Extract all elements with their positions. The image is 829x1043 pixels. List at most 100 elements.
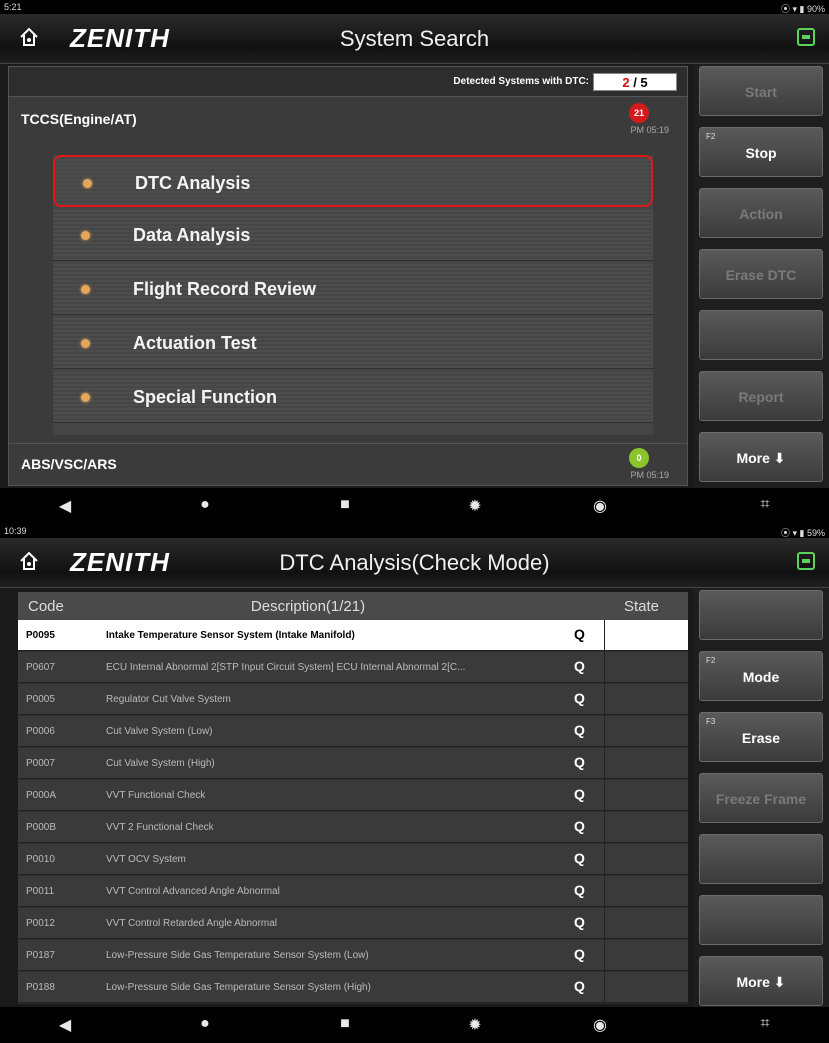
state-cell	[604, 748, 605, 779]
table-row[interactable]: P0188 Low-Pressure Side Gas Temperature S…	[18, 972, 688, 1003]
dtc-analysis-screen: 10:39 ⦿ ▾ ▮ 59% ZENITH DTC Analysis(Chec…	[0, 524, 829, 1043]
menu-item-flight-record[interactable]: Flight Record Review	[53, 263, 653, 315]
back-icon[interactable]: ◀	[55, 1015, 75, 1035]
blank-button[interactable]	[699, 895, 823, 945]
erase-button[interactable]: F3 Erase	[699, 712, 823, 762]
dtc-description: VVT Functional Check	[106, 790, 206, 801]
search-icon[interactable]: Q	[574, 818, 585, 834]
state-cell	[604, 652, 605, 683]
dtc-code: P0007	[26, 758, 55, 769]
freeze-frame-button[interactable]: Freeze Frame	[699, 773, 823, 823]
dtc-code: P0095	[26, 630, 55, 641]
dtc-description: Cut Valve System (Low)	[106, 726, 213, 737]
status-bar: 5:21 ⦿ ▾ ▮ 90%	[0, 0, 829, 14]
table-row[interactable]: P0010 VVT OCV System Q	[18, 844, 688, 875]
dtc-code: P000B	[26, 822, 57, 833]
search-icon[interactable]: Q	[574, 690, 585, 706]
menu-item-data-analysis[interactable]: Data Analysis	[53, 209, 653, 261]
table-row[interactable]: P0012 VVT Control Retarded Angle Abnormal…	[18, 908, 688, 939]
settings-gear-icon[interactable]: ✹	[465, 1015, 485, 1035]
screenshot-icon[interactable]: ⌗	[755, 496, 775, 514]
status-time: 5:21	[4, 2, 22, 12]
button-label: Start	[745, 84, 777, 100]
dtc-code: P0187	[26, 950, 55, 961]
menu-item-label: Actuation Test	[133, 333, 257, 353]
dtc-code: P0005	[26, 694, 55, 705]
search-icon[interactable]: Q	[574, 754, 585, 770]
more-button[interactable]: More ⬇	[699, 956, 823, 1006]
action-button[interactable]: Action	[699, 188, 823, 238]
search-icon[interactable]: Q	[574, 626, 585, 642]
dtc-code: P0188	[26, 982, 55, 993]
vci-icon[interactable]: ◉	[590, 496, 610, 516]
search-icon[interactable]: Q	[574, 978, 585, 994]
button-label: Report	[738, 389, 784, 405]
table-row[interactable]: P000B VVT 2 Functional Check Q	[18, 812, 688, 843]
table-row[interactable]: P0005 Regulator Cut Valve System Q	[18, 684, 688, 715]
dtc-description: VVT OCV System	[106, 854, 186, 865]
blank-button[interactable]	[699, 310, 823, 360]
table-row[interactable]: P000A VVT Functional Check Q	[18, 780, 688, 811]
fkey-label: F2	[706, 656, 716, 665]
dtc-description: ECU Internal Abnormal 2[STP Input Circui…	[106, 662, 466, 673]
home-dot-icon[interactable]: ●	[195, 1015, 215, 1033]
table-row[interactable]: P0607 ECU Internal Abnormal 2[STP Input C…	[18, 652, 688, 683]
table-row[interactable]: P0095 Intake Temperature Sensor System (I…	[18, 620, 688, 651]
blank-button[interactable]	[699, 590, 823, 640]
search-icon[interactable]: Q	[574, 722, 585, 738]
mode-button[interactable]: F2 Mode	[699, 651, 823, 701]
table-row[interactable]: P0007 Cut Valve System (High) Q	[18, 748, 688, 779]
more-button[interactable]: More ⬇	[699, 432, 823, 482]
system-menu: DTC Analysis Data Analysis Flight Record…	[53, 155, 653, 435]
search-icon[interactable]: Q	[574, 786, 585, 802]
function-button-panel: F2 Mode F3 Erase Freeze Frame More ⬇	[693, 588, 829, 1008]
status-bar: 10:39 ⦿ ▾ ▮ 59%	[0, 524, 829, 538]
bullet-icon	[83, 179, 92, 188]
screenshot-icon[interactable]: ⌗	[755, 1015, 775, 1033]
home-dot-icon[interactable]: ●	[195, 496, 215, 514]
table-row[interactable]: P0011 VVT Control Advanced Angle Abnormal…	[18, 876, 688, 907]
button-label: Stop	[745, 145, 777, 161]
stop-button[interactable]: F2 Stop	[699, 127, 823, 177]
search-icon[interactable]: Q	[574, 850, 585, 866]
state-cell	[604, 940, 605, 971]
search-icon[interactable]: Q	[574, 946, 585, 962]
recents-icon[interactable]: ■	[335, 496, 355, 514]
search-icon[interactable]: Q	[574, 914, 585, 930]
table-row[interactable]: P0187 Low-Pressure Side Gas Temperature S…	[18, 940, 688, 971]
vci-icon[interactable]: ◉	[590, 1015, 610, 1035]
dtc-total-count: / 5	[629, 75, 648, 90]
dtc-code: P000A	[26, 790, 57, 801]
button-label: Mode	[742, 669, 780, 685]
dtc-badge: 21	[629, 103, 649, 123]
recents-icon[interactable]: ■	[335, 1015, 355, 1033]
battery-icon	[797, 28, 815, 46]
menu-item-label: Data Analysis	[133, 225, 251, 245]
blank-button[interactable]	[699, 834, 823, 884]
back-icon[interactable]: ◀	[55, 496, 75, 516]
menu-item-actuation-test[interactable]: Actuation Test	[53, 317, 653, 369]
system-name: ABS/VSC/ARS	[21, 456, 117, 472]
table-row[interactable]: P0006 Cut Valve System (Low) Q	[18, 716, 688, 747]
search-icon[interactable]: Q	[574, 882, 585, 898]
menu-item-dtc-analysis[interactable]: DTC Analysis	[53, 155, 653, 207]
search-icon[interactable]: Q	[574, 658, 585, 674]
title-bar: ZENITH DTC Analysis(Check Mode)	[0, 538, 829, 588]
dtc-code: P0012	[26, 918, 55, 929]
fkey-label: F3	[706, 717, 716, 726]
menu-item-label: Flight Record Review	[133, 279, 317, 299]
dtc-code: P0006	[26, 726, 55, 737]
settings-gear-icon[interactable]: ✹	[465, 496, 485, 516]
button-label: Action	[739, 206, 783, 222]
fkey-label: F2	[706, 132, 716, 141]
menu-item-special-function[interactable]: Special Function	[53, 371, 653, 423]
system-header-tccs[interactable]: TCCS(Engine/AT) 21 PM 05:19	[9, 99, 687, 139]
start-button[interactable]: Start	[699, 66, 823, 116]
state-cell	[604, 972, 605, 1003]
system-header-abs[interactable]: ABS/VSC/ARS 0 PM 05:19	[9, 443, 687, 483]
dtc-count-box: 2 / 5	[593, 73, 677, 91]
state-cell	[604, 620, 605, 651]
report-button[interactable]: Report	[699, 371, 823, 421]
erase-dtc-button[interactable]: Erase DTC	[699, 249, 823, 299]
bullet-icon	[81, 339, 90, 348]
